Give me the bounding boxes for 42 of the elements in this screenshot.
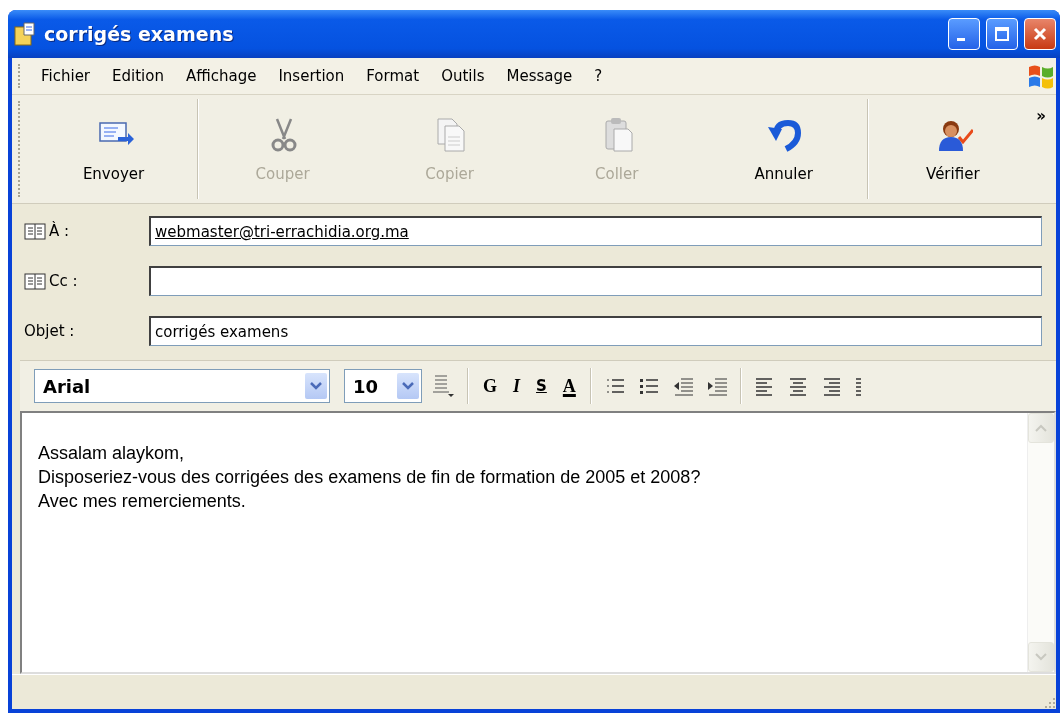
minimize-button[interactable] [948, 18, 980, 50]
menu-item[interactable]: Outils [430, 67, 496, 85]
size-select[interactable]: 10 [344, 369, 422, 403]
message-line: Avec mes remerciements. [38, 490, 247, 513]
input-field[interactable]: webmaster@tri-errachidia.org.ma [149, 216, 1042, 246]
font-select[interactable]: Arial [34, 369, 330, 403]
document-icon [12, 21, 38, 47]
menu-item[interactable]: Edition [101, 67, 175, 85]
input-field[interactable] [149, 266, 1042, 296]
italic-button[interactable]: I [508, 375, 526, 397]
message-line: Assalam alaykom, [38, 442, 186, 465]
maximize-icon [994, 26, 1010, 42]
input-field[interactable]: corrigés examens [149, 316, 1042, 346]
increase-indent-icon [705, 375, 728, 397]
menu-item[interactable]: Format [355, 67, 431, 85]
menu-item[interactable]: Insertion [267, 67, 356, 85]
field-label: À : [49, 222, 70, 240]
field-label: Objet : [24, 322, 75, 340]
field-label: Cc : [49, 272, 78, 290]
overflow-chevron[interactable]: » [1036, 95, 1057, 203]
justify-icon [855, 375, 861, 397]
address-book-icon[interactable] [24, 271, 46, 291]
scrollbar[interactable] [1027, 413, 1054, 672]
close-icon [1032, 26, 1048, 42]
bold-button[interactable]: G [478, 375, 502, 397]
close-button[interactable] [1024, 18, 1056, 50]
menu-item[interactable]: Message [495, 67, 584, 85]
maximize-button[interactable] [986, 18, 1018, 50]
address-book-icon[interactable] [24, 221, 46, 241]
window-title: corrigés examens [44, 23, 235, 45]
font-color-button[interactable]: A [557, 375, 581, 397]
menu-item[interactable]: Affichage [174, 67, 268, 85]
toolbar-button[interactable]: Envoyer [30, 95, 198, 203]
menu-item[interactable]: ? [583, 67, 614, 85]
resize-grip-icon [1042, 695, 1056, 709]
toolbar-button[interactable]: Vérifier [869, 95, 1037, 203]
menu-item[interactable]: Fichier [30, 67, 102, 85]
message-line: Disposeriez-vous des corrigées des examens de fin de formation de 2005 et 2008? [38, 466, 702, 489]
toolbar-button[interactable]: Annuler [700, 95, 868, 203]
underline-button[interactable]: S [531, 377, 552, 395]
paragraph-style-icon [431, 373, 455, 399]
minimize-icon [957, 38, 965, 41]
